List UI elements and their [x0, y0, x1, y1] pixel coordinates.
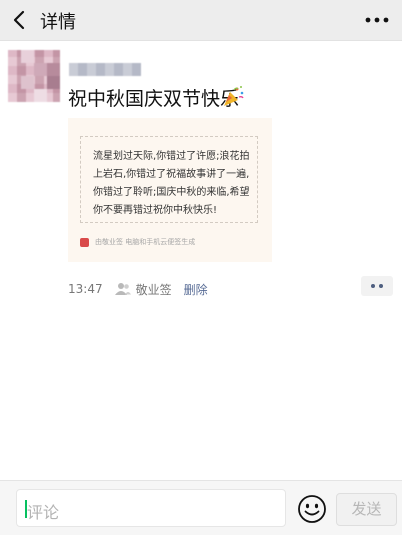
more-dots-icon[interactable] — [364, 11, 390, 29]
send-button[interactable]: 发送 — [336, 493, 397, 526]
app-logo-icon — [80, 237, 89, 247]
card-text: 流星划过天际,你错过了许愿;浪花拍上岩石,你错过了祝福故事讲了一遍,你错过了聆听… — [93, 151, 250, 216]
chevron-left-icon[interactable] — [10, 10, 30, 30]
party-popper-icon — [224, 86, 244, 106]
comment-input[interactable]: 评论 — [16, 489, 286, 527]
people-icon — [114, 283, 131, 295]
post-time: 13:47 — [68, 282, 103, 296]
card-footer-text: 由敬业签 电脑和手机云便签生成 — [95, 238, 196, 246]
card-footer: 由敬业签 电脑和手机云便签生成 — [80, 236, 195, 248]
comment-dots-icon[interactable] — [361, 276, 393, 296]
avatar[interactable] — [8, 50, 60, 102]
nickname-blurred[interactable] — [69, 63, 141, 76]
post-text: 祝中秋国庆双节快乐 — [68, 88, 240, 110]
smiley-face-icon[interactable] — [297, 494, 327, 524]
delete-link[interactable]: 删除 — [184, 281, 208, 298]
top-bar: 详情 — [0, 0, 402, 41]
comment-placeholder: 评论 — [27, 503, 60, 522]
post-meta: 13:47 敬业签 删除 — [68, 281, 208, 297]
visibility-label: 敬业签 — [135, 282, 172, 297]
comment-bar: 评论 发送 — [0, 480, 402, 535]
share-card[interactable]: 流星划过天际,你错过了许愿;浪花拍上岩石,你错过了祝福故事讲了一遍,你错过了聆听… — [68, 118, 272, 262]
page-title: 详情 — [40, 12, 76, 33]
